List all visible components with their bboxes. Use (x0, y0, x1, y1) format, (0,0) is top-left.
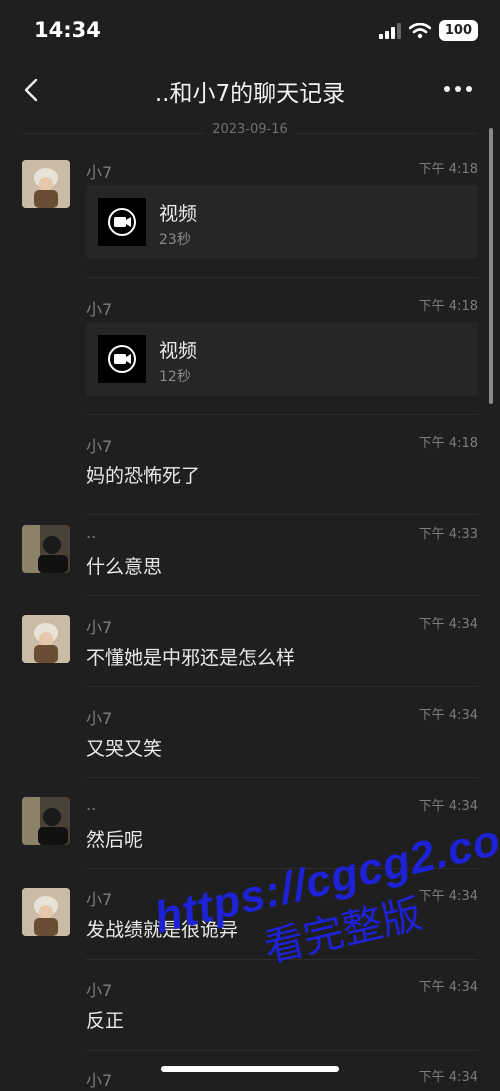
message-text: 妈的恐怖死了 (86, 465, 201, 487)
avatar[interactable] (22, 797, 70, 845)
sender-name: 小7 (86, 890, 113, 909)
video-icon (98, 335, 146, 383)
message-separator (86, 777, 478, 778)
chat-message[interactable]: .. 下午 4:33 什么意思 (0, 515, 500, 606)
message-time: 下午 4:18 (418, 436, 478, 451)
sender-name: .. (86, 795, 97, 814)
chat-message[interactable]: 小7 下午 4:18 妈的恐怖死了 (0, 425, 500, 515)
video-label: 视频 (159, 340, 198, 362)
message-time: 下午 4:34 (418, 980, 478, 995)
battery-indicator: 100 (438, 20, 478, 41)
sender-name: 小7 (86, 1071, 113, 1090)
message-text: 反正 (86, 1010, 125, 1032)
sender-name: 小7 (86, 618, 113, 637)
sender-name: 小7 (86, 709, 113, 728)
message-text: 不懂她是中邪还是怎么样 (86, 647, 296, 669)
video-label: 视频 (159, 203, 198, 225)
video-card[interactable]: 视频 23秒 (86, 185, 478, 259)
message-time: 下午 4:34 (418, 1070, 478, 1085)
message-text: 然后呢 (86, 829, 144, 851)
message-text: 又哭又笑 (86, 738, 163, 760)
sender-name: .. (86, 523, 97, 542)
avatar[interactable] (22, 615, 70, 663)
sender-name: 小7 (86, 300, 113, 319)
chat-message[interactable]: 小7 下午 4:34 不懂她是中邪还是怎么样 (0, 605, 500, 696)
video-icon (98, 198, 146, 246)
message-text: 什么意思 (86, 556, 163, 578)
more-options-icon[interactable] (438, 74, 478, 104)
avatar[interactable] (22, 525, 70, 573)
message-separator (86, 277, 478, 278)
message-separator (86, 686, 478, 687)
status-icons: 100 (378, 20, 478, 41)
home-indicator[interactable] (161, 1066, 339, 1072)
video-duration: 12秒 (159, 369, 191, 385)
avatar[interactable] (22, 160, 70, 208)
message-time: 下午 4:34 (418, 799, 478, 814)
chat-message[interactable]: 小7 下午 4:34 又哭又笑 (0, 696, 500, 787)
sender-name: 小7 (86, 163, 113, 182)
sender-name: 小7 (86, 981, 113, 1000)
message-separator (86, 1050, 478, 1051)
message-time: 下午 4:34 (418, 708, 478, 723)
video-card[interactable]: 视频 12秒 (86, 322, 478, 396)
message-time: 下午 4:18 (418, 162, 478, 177)
message-time: 下午 4:18 (418, 299, 478, 314)
chat-message[interactable]: 小7 下午 4:18 视频 23秒 (0, 150, 500, 278)
video-duration: 23秒 (159, 232, 191, 248)
page-title: ..和小7的聊天记录 (154, 81, 346, 107)
message-time: 下午 4:34 (418, 617, 478, 632)
avatar[interactable] (22, 888, 70, 936)
message-separator (86, 595, 478, 596)
status-time: 14:34 (34, 18, 101, 42)
nav-bar: ..和小7的聊天记录 (0, 60, 500, 120)
sender-name: 小7 (86, 437, 113, 456)
chat-message[interactable]: 小7 下午 4:18 视频 12秒 (0, 287, 500, 415)
chat-message[interactable]: 小7 下午 4:34 反正 (0, 969, 500, 1060)
signal-icon (378, 22, 401, 39)
wifi-icon (408, 22, 431, 38)
date-divider: 2023-09-16 (0, 122, 500, 137)
message-separator (86, 414, 478, 415)
status-bar: 14:34 100 (0, 0, 500, 60)
message-time: 下午 4:33 (418, 527, 478, 542)
